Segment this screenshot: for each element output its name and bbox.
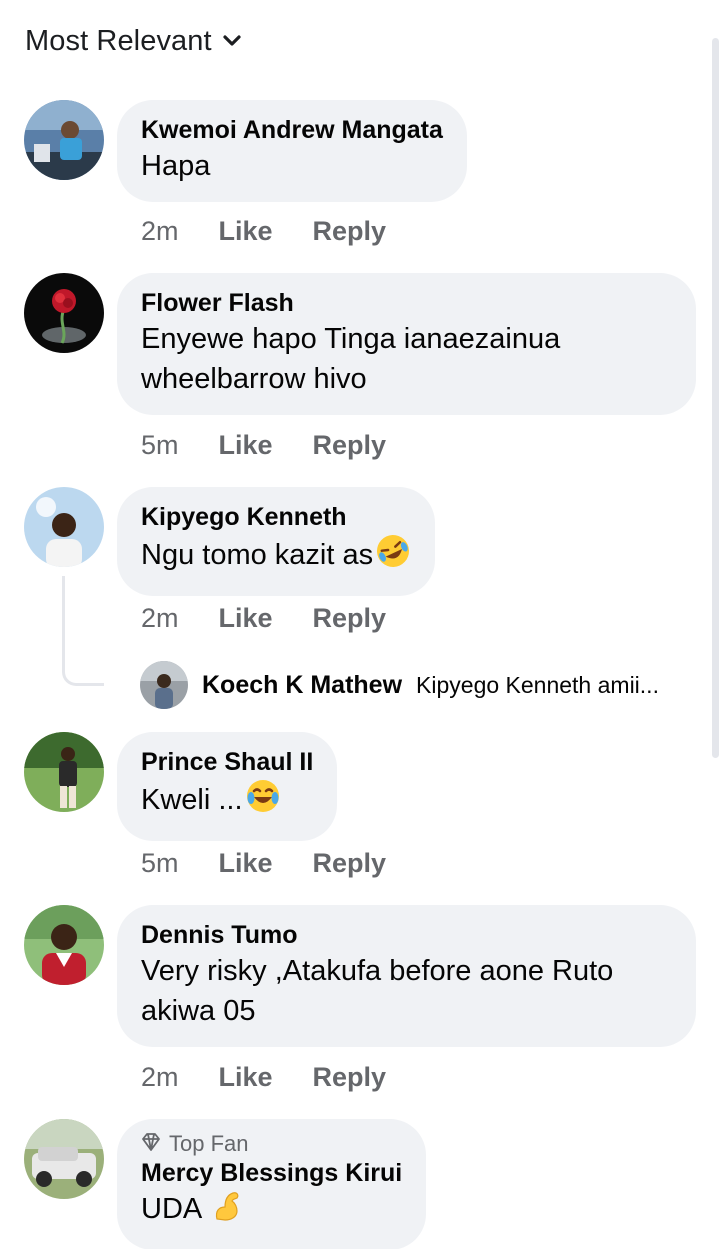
- like-button[interactable]: Like: [219, 603, 273, 634]
- comment-text: Hapa: [141, 150, 211, 182]
- diamond-icon: [141, 1131, 161, 1157]
- top-fan-badge: Top Fan: [141, 1131, 402, 1157]
- top-fan-label: Top Fan: [169, 1131, 249, 1156]
- comment-bubble: Dennis Tumo Very risky ,Atakufa before a…: [117, 905, 696, 1047]
- tears-of-joy-emoji-icon: [245, 778, 281, 825]
- comment-text-line: akiwa 05: [141, 995, 256, 1027]
- comment-actions: 5m Like Reply: [141, 430, 386, 461]
- comment-time[interactable]: 5m: [141, 848, 179, 879]
- comment-bubble: Flower Flash Enyewe hapo Tinga ianaezain…: [117, 273, 696, 415]
- comment-text-line: Very risky ,Atakufa before aone Ruto: [141, 955, 614, 987]
- comment-actions: 2m Like Reply: [141, 216, 386, 247]
- comment-author[interactable]: Kwemoi Andrew Mangata: [141, 114, 443, 146]
- reply-button[interactable]: Reply: [313, 216, 387, 247]
- like-button[interactable]: Like: [219, 848, 273, 879]
- avatar[interactable]: [24, 1119, 104, 1199]
- comment-bubble: Kipyego Kenneth Ngu tomo kazit as: [117, 487, 436, 596]
- avatar[interactable]: [24, 487, 104, 567]
- reply-button[interactable]: Reply: [313, 848, 387, 879]
- thread-connector: [62, 576, 104, 686]
- comment-time[interactable]: 5m: [141, 430, 179, 461]
- comment-bubble: Prince Shaul II Kweli ...: [117, 732, 338, 841]
- comment-actions: 5m Like Reply: [141, 848, 386, 879]
- avatar[interactable]: [24, 273, 104, 353]
- reply-button[interactable]: Reply: [313, 603, 387, 634]
- comment-time[interactable]: 2m: [141, 216, 179, 247]
- comment-author[interactable]: Flower Flash: [141, 287, 672, 319]
- comment-text: Ngu tomo kazit as: [141, 533, 411, 580]
- avatar[interactable]: [24, 100, 104, 180]
- comment-author[interactable]: Dennis Tumo: [141, 919, 672, 951]
- avatar[interactable]: [24, 732, 104, 812]
- reply-preview[interactable]: Koech K Mathew Kipyego Kenneth amii...: [140, 660, 659, 710]
- comment-author[interactable]: Prince Shaul II: [141, 746, 313, 778]
- comment-time[interactable]: 2m: [141, 1062, 179, 1093]
- like-button[interactable]: Like: [219, 216, 273, 247]
- comment-actions: 2m Like Reply: [141, 603, 386, 634]
- comment-time[interactable]: 2m: [141, 603, 179, 634]
- reply-text-preview: Kipyego Kenneth amii...: [416, 671, 659, 698]
- comment-text: UDA: [141, 1189, 402, 1234]
- reply-button[interactable]: Reply: [313, 1062, 387, 1093]
- comment-text-body: Kweli ...: [141, 784, 243, 816]
- like-button[interactable]: Like: [219, 1062, 273, 1093]
- comment-bubble: Top Fan Mercy Blessings Kirui UDA: [117, 1119, 427, 1249]
- avatar[interactable]: [24, 905, 104, 985]
- comment-bubble: Kwemoi Andrew Mangata Hapa: [117, 100, 467, 202]
- sort-selector[interactable]: Most Relevant: [25, 22, 242, 60]
- sort-label: Most Relevant: [25, 24, 212, 57]
- scrollbar[interactable]: [712, 38, 719, 758]
- comment-actions: 2m Like Reply: [141, 1062, 386, 1093]
- comment-text: Kweli ...: [141, 778, 313, 825]
- like-button[interactable]: Like: [219, 430, 273, 461]
- chevron-down-icon: [222, 34, 242, 48]
- comment-text-line: wheelbarrow hivo: [141, 363, 367, 395]
- reply-author[interactable]: Koech K Mathew: [202, 671, 402, 700]
- rolling-laughing-emoji-icon: [375, 533, 411, 580]
- comment-text-line: Enyewe hapo Tinga ianaezainua: [141, 323, 561, 355]
- reply-button[interactable]: Reply: [313, 430, 387, 461]
- comment-author[interactable]: Mercy Blessings Kirui: [141, 1157, 402, 1189]
- comment-author[interactable]: Kipyego Kenneth: [141, 501, 411, 533]
- avatar[interactable]: [140, 661, 188, 709]
- comment-text-body: Ngu tomo kazit as: [141, 539, 374, 571]
- comment-text-body: UDA: [141, 1193, 201, 1225]
- flexed-biceps-emoji-icon: [211, 1189, 245, 1234]
